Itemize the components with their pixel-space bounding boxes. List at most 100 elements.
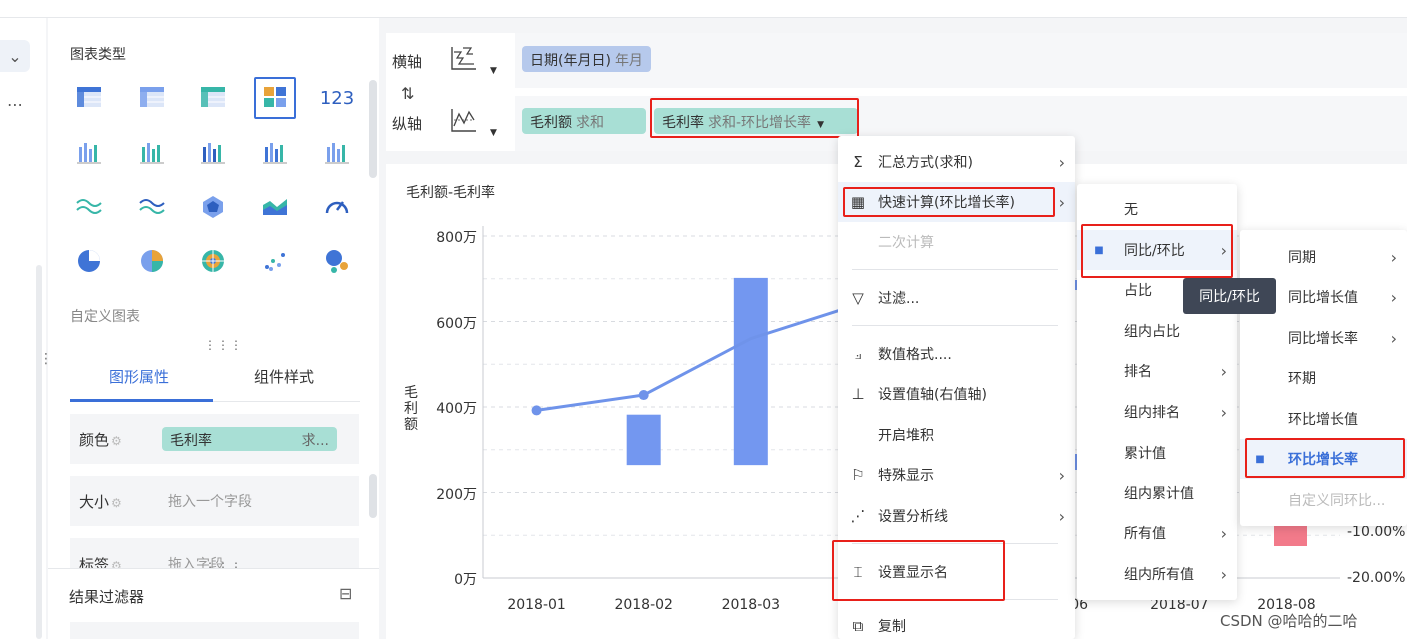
wave-line-icon[interactable] [68, 186, 110, 228]
chart-bar[interactable] [626, 414, 661, 466]
collapse-chevron-icon[interactable]: ⌄ [0, 40, 30, 72]
multi-series-bar-icon[interactable] [68, 132, 110, 174]
wave-line-icon-glyph [76, 199, 102, 214]
yoy-option-growth-rate[interactable]: 同比增长率 › [1240, 318, 1407, 358]
y2-tick-label: -20.00% [1347, 570, 1406, 586]
label-label: 标签 [79, 556, 110, 568]
filter-settings-icon[interactable]: ⊟ [339, 584, 352, 603]
calc-option-all-values[interactable]: 所有值 › [1077, 513, 1237, 553]
multi-line-icon[interactable] [131, 186, 173, 228]
menu-item-number-format[interactable]: ⟓ 数值格式.... [838, 334, 1075, 374]
horizontal-bar-icon[interactable] [254, 132, 296, 174]
gear-icon[interactable]: ⚙ [111, 559, 122, 568]
x-axis-label: 横轴 [392, 53, 423, 71]
menu-item-aggregation[interactable]: Σ 汇总方式(求和) › [838, 142, 1075, 182]
mom-option-prev-period[interactable]: 环期 [1240, 358, 1407, 398]
filter-icon: ▽ [852, 289, 864, 307]
scatter-icon[interactable] [254, 240, 296, 282]
calc-option-none[interactable]: 无 [1077, 189, 1237, 229]
chevron-right-icon: › [1390, 247, 1397, 267]
calc-option-group-cumulative[interactable]: 组内累计值 [1077, 473, 1237, 513]
grouped-table-icon[interactable] [254, 77, 296, 119]
gauge-icon[interactable] [316, 186, 358, 228]
result-filter-dropzone[interactable] [70, 622, 359, 639]
menu-item-value-axis[interactable]: ⊥ 设置值轴(右值轴) [838, 374, 1075, 414]
calc-option-group-rank[interactable]: 组内排名 › [1077, 392, 1237, 432]
tab-component-style[interactable]: 组件样式 [254, 366, 314, 387]
calc-option-group-share[interactable]: 组内占比 [1077, 311, 1237, 351]
table-icon[interactable] [68, 77, 110, 119]
menu-divider [852, 269, 1058, 270]
flag-icon: ⚐ [851, 466, 865, 484]
size-drop-placeholder[interactable]: 拖入一个字段 [168, 491, 252, 511]
highlight-frame [1081, 224, 1233, 278]
bubble-icon[interactable] [316, 240, 358, 282]
grouped-table-icon-glyph [264, 87, 286, 107]
tooltip: 同比/环比 [1183, 278, 1276, 314]
calc-option-cumulative[interactable]: 累计值 [1077, 433, 1237, 473]
detail-table-icon-glyph [201, 87, 225, 107]
tab-graphic-properties[interactable]: 图形属性 [109, 366, 169, 387]
stacked-bar-icon[interactable] [131, 132, 173, 174]
x-axis-type-icon[interactable] [449, 44, 479, 72]
calc-option-group-all-values[interactable]: 组内所有值 › [1077, 554, 1237, 594]
menu-item-filter[interactable]: ▽ 过滤... [838, 278, 1075, 318]
x-axis-caret-icon[interactable]: ▼ [490, 66, 497, 76]
cross-table-icon[interactable] [131, 77, 173, 119]
y-axis-caret-icon[interactable]: ▼ [490, 128, 497, 138]
pie-icon[interactable] [68, 240, 110, 282]
yoy-option-same-period[interactable]: 同期 › [1240, 237, 1407, 277]
radar-icon[interactable] [192, 186, 234, 228]
gear-icon[interactable]: ⚙ [111, 496, 122, 510]
y-axis-label: 纵轴 [392, 115, 423, 133]
chevron-right-icon: › [1220, 564, 1227, 584]
rail-scrollbar[interactable] [36, 265, 42, 639]
chevron-right-icon: › [1220, 361, 1227, 381]
detail-table-icon[interactable] [192, 77, 234, 119]
menu-item-copy[interactable]: ⧉ 复制 [838, 606, 1075, 639]
chart-bar[interactable] [1274, 526, 1307, 546]
result-filter-title: 结果过滤器 [69, 588, 145, 606]
rose-chart-icon[interactable] [192, 240, 234, 282]
area-chart-icon-glyph [263, 199, 287, 215]
y-axis-type-icon[interactable] [449, 106, 479, 134]
yoy-option-custom: 自定义同环比... [1288, 493, 1386, 509]
more-options-icon[interactable]: ⋯ [0, 88, 30, 120]
multi-pie-icon[interactable] [131, 240, 173, 282]
chart-point[interactable] [638, 390, 649, 401]
table-icon-glyph [77, 87, 101, 107]
kpi-number-icon[interactable]: 123 [316, 77, 358, 119]
highlight-frame [832, 540, 1005, 601]
menu-divider [852, 325, 1058, 326]
menu-item-stacking[interactable]: 开启堆积 [838, 415, 1075, 455]
property-scrollbar[interactable] [369, 474, 377, 518]
chart-line[interactable] [536, 302, 859, 412]
range-bar-icon[interactable] [316, 132, 358, 174]
custom-chart-title: 自定义图表 [70, 309, 140, 325]
x-tick-label: 2018-01 [507, 597, 566, 613]
size-property-row[interactable]: 大小 ⚙ 拖入一个字段 [70, 476, 359, 526]
x-field-sub: 年月 [614, 53, 643, 69]
analysis-line-icon: ⋰ [850, 507, 866, 525]
color-field-sub: 求... [301, 433, 329, 449]
x-field-pill[interactable]: 日期(年月日) 年月 [522, 46, 651, 72]
chart-bar[interactable] [733, 277, 768, 466]
chart-point[interactable] [531, 405, 542, 416]
watermark-text: CSDN @哈哈的二哈 [1220, 612, 1358, 630]
menu-item-special-display[interactable]: ⚐ 特殊显示 › [838, 455, 1075, 495]
y-field1-pill[interactable]: 毛利额 求和 [522, 108, 646, 134]
gear-icon[interactable]: ⚙ [111, 434, 122, 448]
color-field-pill[interactable]: 毛利率 求... [162, 427, 337, 451]
chevron-right-icon: › [1058, 152, 1065, 172]
rose-chart-icon-glyph [202, 250, 224, 272]
panel-scrollbar[interactable] [369, 80, 377, 178]
calc-option-rank[interactable]: 排名 › [1077, 351, 1237, 391]
multi-line-icon-glyph [139, 199, 165, 214]
swap-axes-icon[interactable]: ⇅ [401, 84, 414, 103]
grouped-column-icon[interactable] [192, 132, 234, 174]
menu-item-analysis-line[interactable]: ⋰ 设置分析线 › [838, 496, 1075, 536]
color-property-row[interactable]: 颜色 ⚙ 毛利率 求... [70, 414, 359, 464]
pie-icon-glyph [78, 250, 100, 272]
mom-option-growth-value[interactable]: 环比增长值 [1240, 399, 1407, 439]
area-chart-icon[interactable] [254, 186, 296, 228]
